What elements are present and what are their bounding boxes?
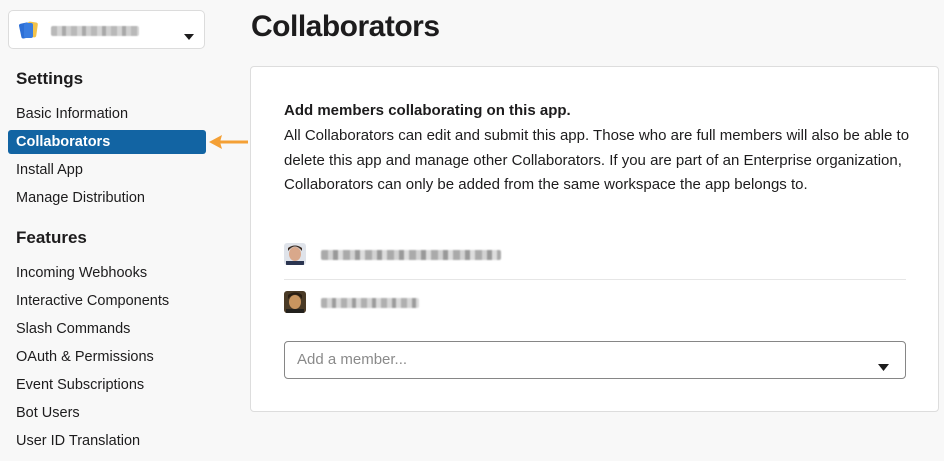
collaborators-card: Add members collaborating on this app. A… (250, 66, 939, 412)
add-member-select[interactable]: Add a member... (284, 341, 906, 379)
chevron-down-icon (184, 27, 194, 45)
app-icon (19, 20, 41, 45)
nav-bot-users[interactable]: Bot Users (8, 401, 206, 425)
settings-section-title: Settings (16, 69, 84, 88)
features-section-title: Features (16, 228, 87, 247)
nav-event-subscriptions[interactable]: Event Subscriptions (8, 373, 206, 397)
nav-install-app[interactable]: Install App (8, 158, 206, 182)
collaborator-row (284, 243, 906, 269)
collaborator-name (321, 298, 419, 308)
divider (284, 279, 906, 280)
app-switcher[interactable] (8, 10, 205, 49)
nav-basic-information[interactable]: Basic Information (8, 102, 206, 126)
nav-slash-commands[interactable]: Slash Commands (8, 317, 206, 341)
avatar (284, 243, 306, 265)
card-description: All Collaborators can edit and submit th… (284, 127, 910, 193)
app-name (51, 26, 139, 36)
nav-user-id-translation[interactable]: User ID Translation (8, 429, 206, 453)
nav-manage-distribution[interactable]: Manage Distribution (8, 186, 206, 210)
collaborator-row (284, 291, 906, 317)
nav-collaborators[interactable]: Collaborators (8, 130, 206, 154)
add-member-placeholder: Add a member... (297, 351, 408, 368)
nav-incoming-webhooks[interactable]: Incoming Webhooks (8, 261, 206, 285)
collaborator-name (321, 250, 501, 260)
nav-oauth-permissions[interactable]: OAuth & Permissions (8, 345, 206, 369)
card-heading: Add members collaborating on this app. (284, 102, 571, 119)
page-title: Collaborators (251, 10, 440, 43)
chevron-down-icon (878, 358, 889, 376)
arrow-left-icon (209, 134, 249, 155)
nav-interactive-components[interactable]: Interactive Components (8, 289, 206, 313)
avatar (284, 291, 306, 313)
